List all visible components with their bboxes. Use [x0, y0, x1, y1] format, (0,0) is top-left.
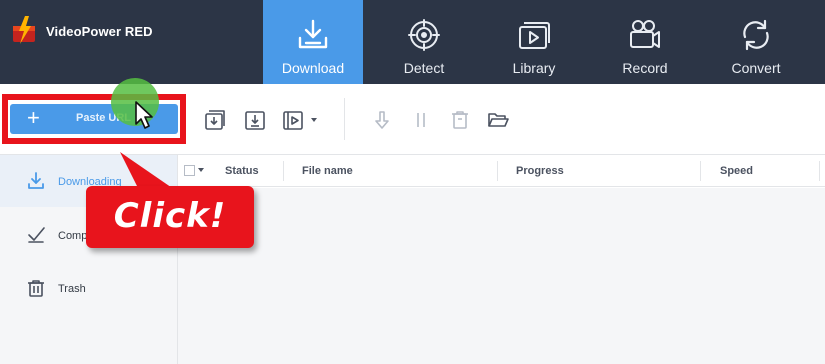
tab-convert-label: Convert	[731, 60, 781, 76]
app-title: VideoPower RED	[46, 23, 153, 39]
app-logo-icon	[13, 16, 35, 44]
callout-text: Click!	[113, 196, 227, 236]
library-icon	[519, 22, 550, 49]
tab-record[interactable]: Record	[595, 0, 695, 84]
convert-icon	[743, 19, 769, 51]
brand: VideoPower RED	[10, 16, 153, 46]
tab-download[interactable]: Download	[263, 0, 363, 84]
trash-icon	[28, 280, 44, 297]
download-file-icon[interactable]	[244, 109, 266, 131]
target-icon	[408, 19, 440, 51]
mouse-cursor-icon	[135, 101, 153, 129]
tab-convert[interactable]: Convert	[706, 0, 806, 84]
open-folder-icon[interactable]	[487, 109, 509, 131]
camera-icon	[630, 20, 660, 48]
tab-download-label: Download	[281, 60, 345, 76]
top-nav-bar: VideoPower RED Download Detect Library R…	[0, 0, 825, 84]
column-file-name[interactable]: File name	[302, 165, 353, 177]
resume-icon[interactable]	[371, 109, 393, 131]
checkmark-icon	[28, 227, 45, 243]
column-divider	[700, 161, 701, 181]
column-status[interactable]: Status	[225, 165, 259, 177]
chevron-down-icon[interactable]	[198, 168, 204, 172]
pause-icon[interactable]	[410, 109, 432, 131]
batch-download-icon[interactable]	[204, 109, 226, 131]
video-format-dropdown-icon[interactable]	[282, 109, 320, 131]
sidebar-item-label: Comp	[58, 230, 88, 242]
tab-record-label: Record	[622, 60, 668, 76]
toolbar-divider	[344, 98, 345, 140]
tab-detect-label: Detect	[403, 60, 445, 76]
column-progress[interactable]: Progress	[516, 165, 564, 177]
sidebar-item-trash[interactable]: Trash	[0, 262, 177, 314]
download-list	[178, 188, 825, 364]
download-arrow-icon	[28, 172, 44, 189]
column-speed[interactable]: Speed	[720, 165, 753, 177]
tab-library[interactable]: Library	[484, 0, 584, 84]
select-all-checkbox[interactable]	[184, 165, 195, 176]
column-divider	[819, 161, 820, 181]
click-callout: Click!	[86, 186, 254, 248]
plus-icon: +	[27, 105, 40, 130]
column-divider	[497, 161, 498, 181]
column-divider	[283, 161, 284, 181]
download-icon	[298, 19, 328, 49]
tab-library-label: Library	[512, 60, 556, 76]
sidebar-item-label: Trash	[58, 283, 86, 295]
table-header: Status File name Progress Speed	[178, 155, 825, 187]
delete-icon[interactable]	[449, 109, 471, 131]
tab-detect[interactable]: Detect	[374, 0, 474, 84]
